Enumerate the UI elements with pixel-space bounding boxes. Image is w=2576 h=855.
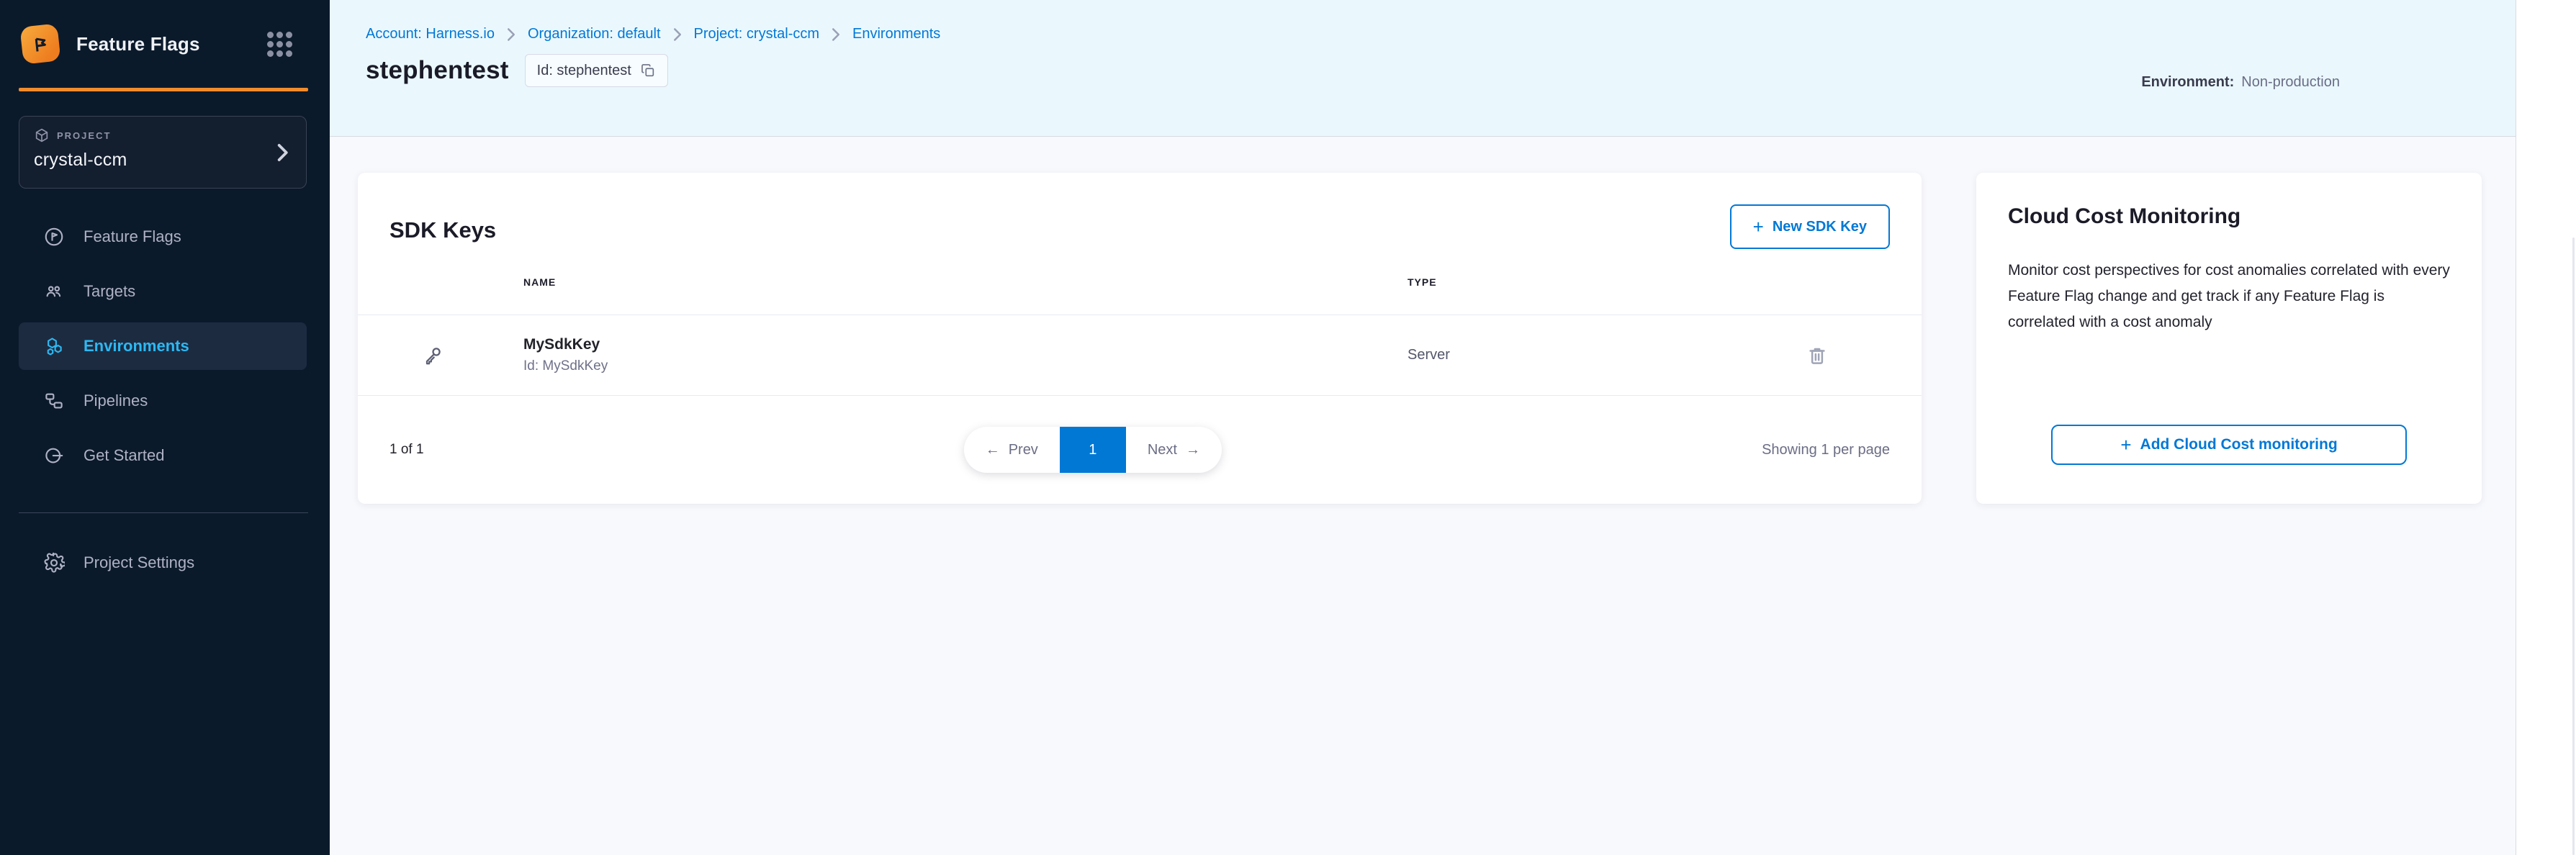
breadcrumb-organization-link[interactable]: Organization: default: [528, 26, 661, 42]
plus-icon: +: [1753, 217, 1764, 236]
cloud-cost-card: Cloud Cost Monitoring Monitor cost persp…: [1976, 173, 2482, 504]
pager: ← Prev 1 Next →: [964, 427, 1222, 473]
chevron-right-icon: [506, 27, 516, 42]
sdk-keys-pagination: 1 of 1 ← Prev 1 Next → Showing 1 per pag…: [358, 396, 1922, 504]
chevron-right-icon: [831, 27, 841, 42]
gear-icon: [43, 552, 65, 574]
page-title: stephentest: [366, 56, 509, 85]
environment-type: Environment: Non-production: [2141, 74, 2340, 91]
breadcrumb: Account: Harness.io Organization: defaul…: [366, 26, 2516, 42]
sidebar-item-label: Get Started: [84, 446, 165, 465]
app-switcher-grid-icon[interactable]: [267, 32, 292, 57]
people-icon: [43, 281, 65, 302]
flag-circle-icon: [43, 226, 65, 248]
pipelines-icon: [43, 390, 65, 412]
column-header-name: NAME: [523, 276, 1408, 288]
chevron-right-icon: [276, 143, 289, 162]
sidebar-divider: [19, 512, 308, 513]
sidebar-item-project-settings[interactable]: Project Settings: [19, 539, 307, 587]
feature-flags-logo-icon[interactable]: [19, 23, 60, 64]
project-selector[interactable]: PROJECT crystal-ccm: [19, 116, 307, 189]
cube-icon: [34, 127, 50, 143]
breadcrumb-account-link[interactable]: Account: Harness.io: [366, 26, 495, 42]
plus-icon: +: [2120, 435, 2131, 454]
breadcrumb-environments-link[interactable]: Environments: [852, 26, 940, 42]
project-name: crystal-ccm: [34, 150, 263, 171]
sidebar-item-label: Environments: [84, 337, 189, 356]
main-panel: SDK Keys + New SDK Key NAME TYPE: [330, 137, 2516, 855]
sidebar-item-targets[interactable]: Targets: [19, 268, 307, 315]
sidebar-item-feature-flags[interactable]: Feature Flags: [19, 213, 307, 261]
sidebar-item-label: Project Settings: [84, 553, 194, 572]
environment-id-text: Id: stephentest: [537, 63, 631, 79]
page-header: Account: Harness.io Organization: defaul…: [330, 0, 2516, 137]
breadcrumb-project-link[interactable]: Project: crystal-ccm: [694, 26, 819, 42]
scrollbar[interactable]: [2572, 238, 2575, 855]
sidebar-nav: Feature Flags Targets Environments Pipel…: [0, 213, 330, 479]
module-title: Feature Flags: [76, 33, 250, 55]
scrollbar-gutter: [2516, 0, 2576, 855]
sdk-key-row[interactable]: MySdkKey Id: MySdkKey Server: [358, 315, 1922, 396]
sidebar-item-label: Pipelines: [84, 392, 148, 410]
key-icon: [358, 344, 523, 367]
module-accent-bar: [19, 88, 308, 91]
module-header: Feature Flags: [0, 0, 330, 88]
sdk-key-type: Server: [1408, 347, 1803, 363]
environment-id-chip: Id: stephentest: [525, 54, 668, 87]
sidebar-item-label: Targets: [84, 282, 135, 301]
chevron-right-icon: [672, 27, 683, 42]
add-cloud-cost-button[interactable]: + Add Cloud Cost monitoring: [2051, 425, 2407, 465]
sdk-key-name: MySdkKey: [523, 336, 1408, 353]
hexagons-icon: [43, 335, 65, 357]
cloud-cost-title: Cloud Cost Monitoring: [2008, 204, 2450, 229]
sdk-keys-table-header: NAME TYPE: [358, 249, 1922, 315]
content-area: Account: Harness.io Organization: defaul…: [330, 0, 2516, 855]
sidebar-item-label: Feature Flags: [84, 227, 181, 246]
sidebar: Feature Flags PROJECT crystal-ccm Featur…: [0, 0, 330, 855]
copy-icon[interactable]: [640, 63, 656, 78]
launch-circle-icon: [43, 445, 65, 466]
arrow-left-icon: ←: [986, 442, 1000, 458]
trash-icon: [1806, 345, 1828, 366]
sidebar-item-pipelines[interactable]: Pipelines: [19, 377, 307, 425]
next-page-button[interactable]: Next →: [1126, 427, 1222, 473]
page-count: 1 of 1: [389, 442, 424, 458]
arrow-right-icon: →: [1186, 442, 1200, 458]
cloud-cost-description: Monitor cost perspectives for cost anoma…: [2008, 258, 2450, 335]
page-number-button[interactable]: 1: [1060, 427, 1126, 473]
page: Feature Flags PROJECT crystal-ccm Featur…: [0, 0, 2576, 855]
environment-type-value: Non-production: [2241, 74, 2340, 91]
prev-page-button[interactable]: ← Prev: [964, 427, 1060, 473]
sdk-keys-card: SDK Keys + New SDK Key NAME TYPE: [358, 173, 1922, 504]
sdk-keys-title: SDK Keys: [389, 217, 496, 243]
delete-sdk-key-button[interactable]: [1803, 345, 1922, 366]
showing-per-page-label: Showing 1 per page: [1762, 442, 1890, 458]
sidebar-item-environments[interactable]: Environments: [19, 322, 307, 370]
column-header-type: TYPE: [1408, 276, 1803, 288]
environment-type-label: Environment:: [2141, 74, 2234, 91]
sidebar-item-get-started[interactable]: Get Started: [19, 432, 307, 479]
project-label: PROJECT: [57, 130, 111, 141]
new-sdk-key-button[interactable]: + New SDK Key: [1730, 204, 1890, 249]
sdk-key-id: Id: MySdkKey: [523, 358, 1408, 374]
